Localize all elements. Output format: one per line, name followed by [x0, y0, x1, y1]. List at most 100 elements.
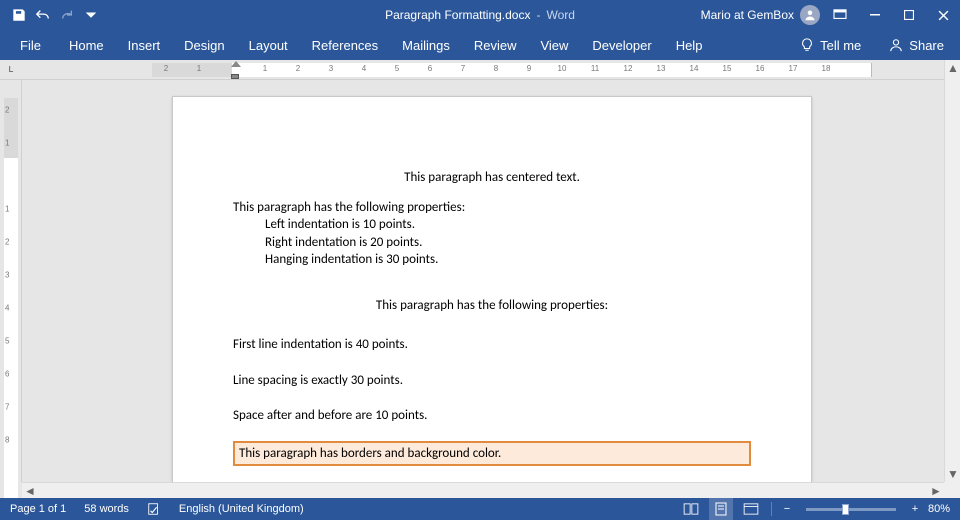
ruler-tick-label: 12	[624, 64, 633, 73]
scroll-up-button[interactable]: ▲	[945, 60, 960, 76]
account-area[interactable]: Mario at GemBox	[701, 5, 820, 25]
tab-help[interactable]: Help	[664, 30, 715, 60]
first-line-indent-marker[interactable]	[231, 61, 241, 67]
scroll-down-button[interactable]: ▼	[945, 466, 960, 482]
account-username: Mario at GemBox	[701, 8, 794, 22]
tell-me-label: Tell me	[820, 38, 861, 53]
minimize-button[interactable]	[858, 0, 892, 30]
ruler-tick-label: 3	[329, 64, 333, 73]
maximize-button[interactable]	[892, 0, 926, 30]
paragraph-centered[interactable]: This paragraph has centered text.	[233, 169, 751, 187]
view-web-layout-button[interactable]	[739, 498, 763, 520]
status-proofing[interactable]	[147, 502, 161, 516]
web-layout-icon	[743, 503, 759, 515]
tab-layout[interactable]: Layout	[237, 30, 300, 60]
tab-label: Review	[474, 38, 517, 53]
person-icon	[804, 9, 816, 21]
tab-label: Developer	[592, 38, 651, 53]
paragraph-firstline-indent[interactable]: First line indentation is 40 points.	[233, 336, 751, 354]
tell-me-search[interactable]: Tell me	[788, 30, 873, 60]
undo-button[interactable]	[32, 4, 54, 26]
tab-label: Design	[184, 38, 224, 53]
redo-button[interactable]	[56, 4, 78, 26]
zoom-out-button[interactable]: −	[780, 503, 794, 515]
status-page[interactable]: Page 1 of 1	[10, 503, 66, 515]
zoom-slider-thumb[interactable]	[842, 504, 849, 515]
ruler-tick-label: 18	[822, 64, 831, 73]
page-viewport[interactable]: This paragraph has centered text. This p…	[22, 80, 944, 482]
qat-customize-button[interactable]	[80, 4, 102, 26]
paragraph-space-before-after[interactable]: Space after and before are 10 points.	[233, 407, 751, 425]
ruler-corner[interactable]: L	[0, 60, 22, 80]
paragraph-props-header[interactable]: This paragraph has the following propert…	[233, 199, 751, 217]
proofing-icon	[147, 502, 161, 516]
tab-file[interactable]: File	[4, 30, 57, 60]
tab-view[interactable]: View	[528, 30, 580, 60]
ruler-tick-label: 2	[164, 64, 168, 73]
paragraph-props-header-2[interactable]: This paragraph has the following propert…	[233, 297, 751, 315]
paragraph-left-indent[interactable]: Left indentation is 10 points.	[233, 216, 751, 234]
ruler-tick-label: 4	[362, 64, 366, 73]
view-read-mode-button[interactable]	[679, 498, 703, 520]
ruler-tick-label: 14	[690, 64, 699, 73]
ruler-tick-label: 9	[527, 64, 531, 73]
tab-review[interactable]: Review	[462, 30, 529, 60]
paragraph-hanging-indent[interactable]: Hanging indentation is 30 points.	[233, 251, 751, 269]
horizontal-scrollbar[interactable]: ◄ ►	[22, 482, 944, 498]
ribbon-display-options-button[interactable]	[825, 0, 855, 30]
avatar	[800, 5, 820, 25]
close-button[interactable]	[926, 0, 960, 30]
save-button[interactable]	[8, 4, 30, 26]
lightbulb-icon	[800, 38, 814, 52]
scroll-right-button[interactable]: ►	[928, 483, 944, 499]
vertical-scrollbar[interactable]: ▲ ▼	[944, 60, 960, 482]
zoom-level[interactable]: 80%	[928, 503, 950, 515]
status-language[interactable]: English (United Kingdom)	[179, 503, 304, 515]
quick-access-toolbar	[0, 4, 102, 26]
tab-home[interactable]: Home	[57, 30, 116, 60]
ruler-tick-label: 1	[5, 139, 9, 148]
tab-developer[interactable]: Developer	[580, 30, 663, 60]
hanging-indent-marker[interactable]	[231, 74, 239, 79]
ruler-tick-label: 8	[494, 64, 498, 73]
paragraph-right-indent[interactable]: Right indentation is 20 points.	[233, 234, 751, 252]
ruler-tick-label: 6	[428, 64, 432, 73]
share-label: Share	[909, 38, 944, 53]
tab-references[interactable]: References	[300, 30, 390, 60]
paragraph-line-spacing[interactable]: Line spacing is exactly 30 points.	[233, 372, 751, 390]
status-page-label: Page 1 of 1	[10, 503, 66, 515]
ruler-tick-label: 3	[5, 271, 9, 280]
zoom-in-button[interactable]: +	[908, 503, 922, 515]
status-language-label: English (United Kingdom)	[179, 503, 304, 515]
ruler-tick-label: 1	[263, 64, 267, 73]
share-button[interactable]: Share	[877, 30, 956, 60]
ruler-tick-label: 7	[461, 64, 465, 73]
ruler-tick-label: 7	[5, 403, 9, 412]
ruler-tick-label: 13	[657, 64, 666, 73]
zoom-slider[interactable]	[806, 508, 896, 511]
document-page[interactable]: This paragraph has centered text. This p…	[172, 96, 812, 482]
app-name: Word	[546, 8, 574, 22]
save-icon	[12, 8, 26, 22]
zoom-level-label: 80%	[928, 503, 950, 515]
status-bar: Page 1 of 1 58 words English (United Kin…	[0, 498, 960, 520]
tab-label: Layout	[249, 38, 288, 53]
tab-mailings[interactable]: Mailings	[390, 30, 462, 60]
page-content[interactable]: This paragraph has centered text. This p…	[233, 169, 751, 466]
paragraph-bordered[interactable]: This paragraph has borders and backgroun…	[233, 441, 751, 467]
title-bar: Paragraph Formatting.docx - Word Mario a…	[0, 0, 960, 30]
horizontal-ruler[interactable]: 21123456789101112131415161718	[22, 60, 944, 80]
ruler-tick-label: 1	[5, 205, 9, 214]
status-word-count[interactable]: 58 words	[84, 503, 129, 515]
ruler-tick-label: 5	[395, 64, 399, 73]
vertical-ruler[interactable]: 2112345678	[0, 80, 22, 482]
minimize-icon	[870, 10, 880, 20]
ruler-tick-label: 10	[558, 64, 567, 73]
ribbon-tabs: File Home Insert Design Layout Reference…	[0, 30, 960, 60]
ribbon-options-icon	[833, 9, 847, 21]
scroll-left-button[interactable]: ◄	[22, 483, 38, 499]
view-print-layout-button[interactable]	[709, 498, 733, 520]
tab-insert[interactable]: Insert	[116, 30, 173, 60]
statusbar-separator	[771, 502, 772, 516]
tab-design[interactable]: Design	[172, 30, 236, 60]
